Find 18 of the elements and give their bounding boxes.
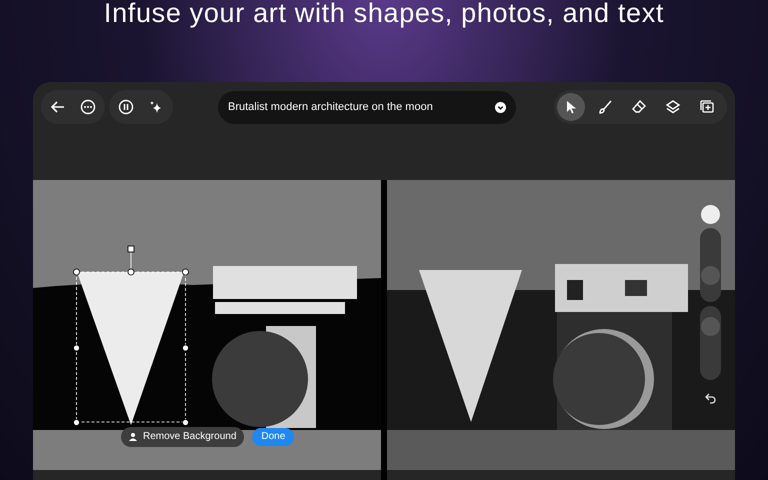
pointer-button[interactable] — [557, 92, 585, 121]
layers-icon — [665, 98, 681, 115]
add-image-icon — [699, 98, 715, 115]
back-arrow-icon — [50, 98, 66, 115]
prompt-field[interactable]: Brutalist modern architecture on the moon — [218, 90, 516, 124]
brush-icon — [597, 98, 613, 115]
undo-icon[interactable] — [704, 392, 716, 404]
vertical-slider[interactable] — [700, 228, 721, 302]
remove-background-button[interactable]: Remove Background — [121, 426, 244, 447]
headline: Infuse your art with shapes, photos, and text — [104, 0, 664, 30]
person-icon — [129, 432, 137, 441]
chevron-down-icon[interactable] — [495, 102, 506, 113]
slider-thumb[interactable] — [701, 316, 720, 336]
vertical-slider[interactable] — [700, 306, 721, 380]
slider-thumb[interactable] — [701, 266, 720, 286]
pause-icon — [118, 98, 134, 115]
more-icon — [80, 98, 96, 115]
eraser-icon — [631, 98, 647, 115]
